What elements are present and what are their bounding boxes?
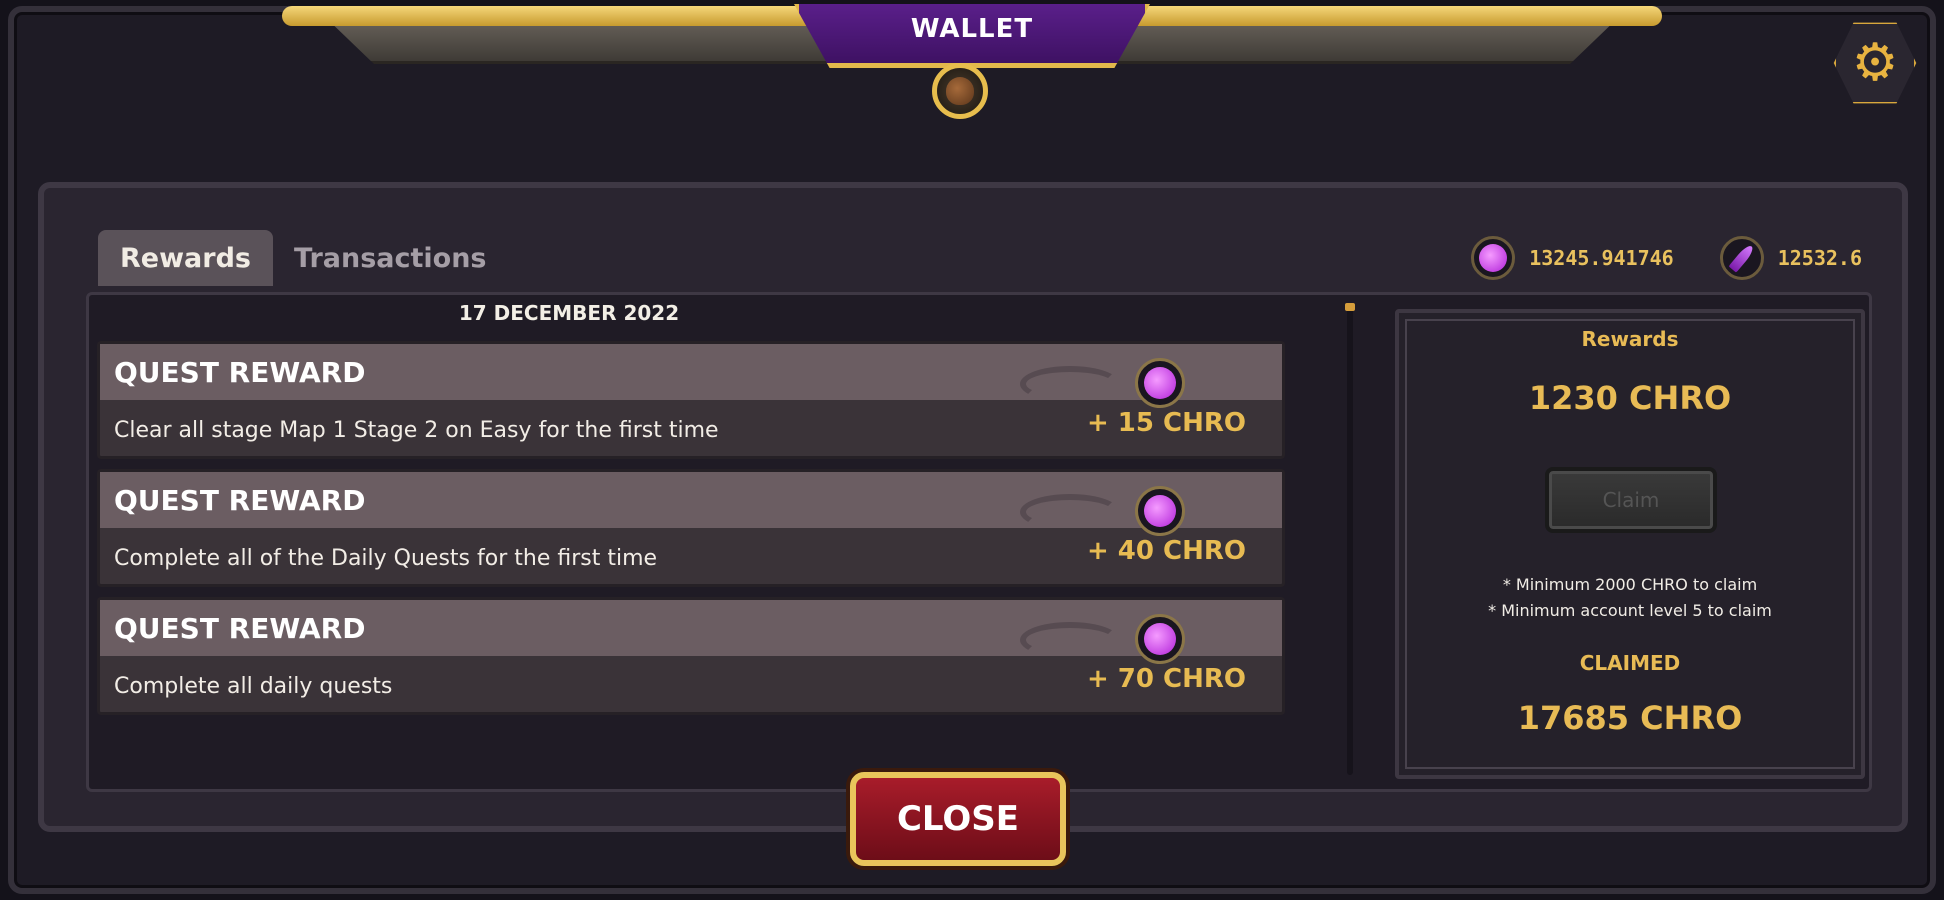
rewards-content: 17 DECEMBER 2022 QUEST REWARD Clear all … xyxy=(86,292,1872,792)
chro-coin-icon xyxy=(1135,358,1185,408)
quest-description: Complete all daily quests xyxy=(114,674,393,699)
gear-icon: ⚙ xyxy=(1851,33,1899,93)
chro-coin-icon xyxy=(1135,614,1185,664)
claim-note-level: * Minimum account level 5 to claim xyxy=(1488,601,1772,620)
balances: 13245.941746 12532.6 xyxy=(1471,230,1862,286)
rewards-summary: Rewards 1230 CHRO Claim * Minimum 2000 C… xyxy=(1395,309,1865,779)
swirl-ornament xyxy=(1020,494,1120,530)
quest-title: QUEST REWARD xyxy=(114,356,366,389)
chro-balance: 13245.941746 xyxy=(1471,236,1674,280)
page-title: WALLET xyxy=(910,13,1034,44)
quest-amount: + 70 CHRO xyxy=(1086,664,1246,694)
list-item: QUEST REWARD Clear all stage Map 1 Stage… xyxy=(97,341,1285,459)
list-item: QUEST REWARD Complete all of the Daily Q… xyxy=(97,469,1285,587)
claim-note-minimum: * Minimum 2000 CHRO to claim xyxy=(1502,575,1758,594)
chro-coin-icon xyxy=(1471,236,1516,280)
claimed-label: CLAIMED xyxy=(1579,651,1681,675)
close-button[interactable]: CLOSE xyxy=(850,772,1066,866)
banner-ornament-right xyxy=(1102,6,1662,26)
list-item: QUEST REWARD Complete all daily quests +… xyxy=(97,597,1285,715)
feather-icon xyxy=(1719,236,1764,280)
quest-list[interactable]: QUEST REWARD Clear all stage Map 1 Stage… xyxy=(97,341,1285,725)
wallet-medal xyxy=(920,58,1000,124)
bag-shape xyxy=(946,77,974,105)
tab-rewards[interactable]: Rewards xyxy=(98,230,273,286)
rewards-label: Rewards xyxy=(1581,327,1679,351)
quest-amount: + 40 CHRO xyxy=(1086,536,1246,566)
quest-title: QUEST REWARD xyxy=(114,612,366,645)
swirl-ornament xyxy=(1020,622,1120,658)
tab-transactions[interactable]: Transactions xyxy=(272,230,509,286)
swirl-ornament xyxy=(1020,366,1120,402)
chro-balance-value: 13245.941746 xyxy=(1529,246,1674,270)
feather-balance: 12532.6 xyxy=(1719,236,1862,280)
quest-amount: + 15 CHRO xyxy=(1086,408,1246,438)
banner-ornament-left xyxy=(282,6,842,26)
feather-balance-value: 12532.6 xyxy=(1777,246,1862,270)
quest-title: QUEST REWARD xyxy=(114,484,366,517)
scrollbar[interactable] xyxy=(1345,303,1355,775)
money-bag-icon xyxy=(932,63,988,119)
rewards-value: 1230 CHRO xyxy=(1528,379,1732,417)
chro-coin-icon xyxy=(1135,486,1185,536)
wallet-panel: Rewards Transactions 13245.941746 12532.… xyxy=(38,182,1908,832)
quest-description: Complete all of the Daily Quests for the… xyxy=(114,546,658,571)
claim-button[interactable]: Claim xyxy=(1545,467,1717,533)
claimed-value: 17685 CHRO xyxy=(1517,699,1743,737)
scrollbar-thumb[interactable] xyxy=(1345,303,1355,311)
quest-description: Clear all stage Map 1 Stage 2 on Easy fo… xyxy=(114,418,719,443)
date-header: 17 DECEMBER 2022 xyxy=(458,301,680,325)
